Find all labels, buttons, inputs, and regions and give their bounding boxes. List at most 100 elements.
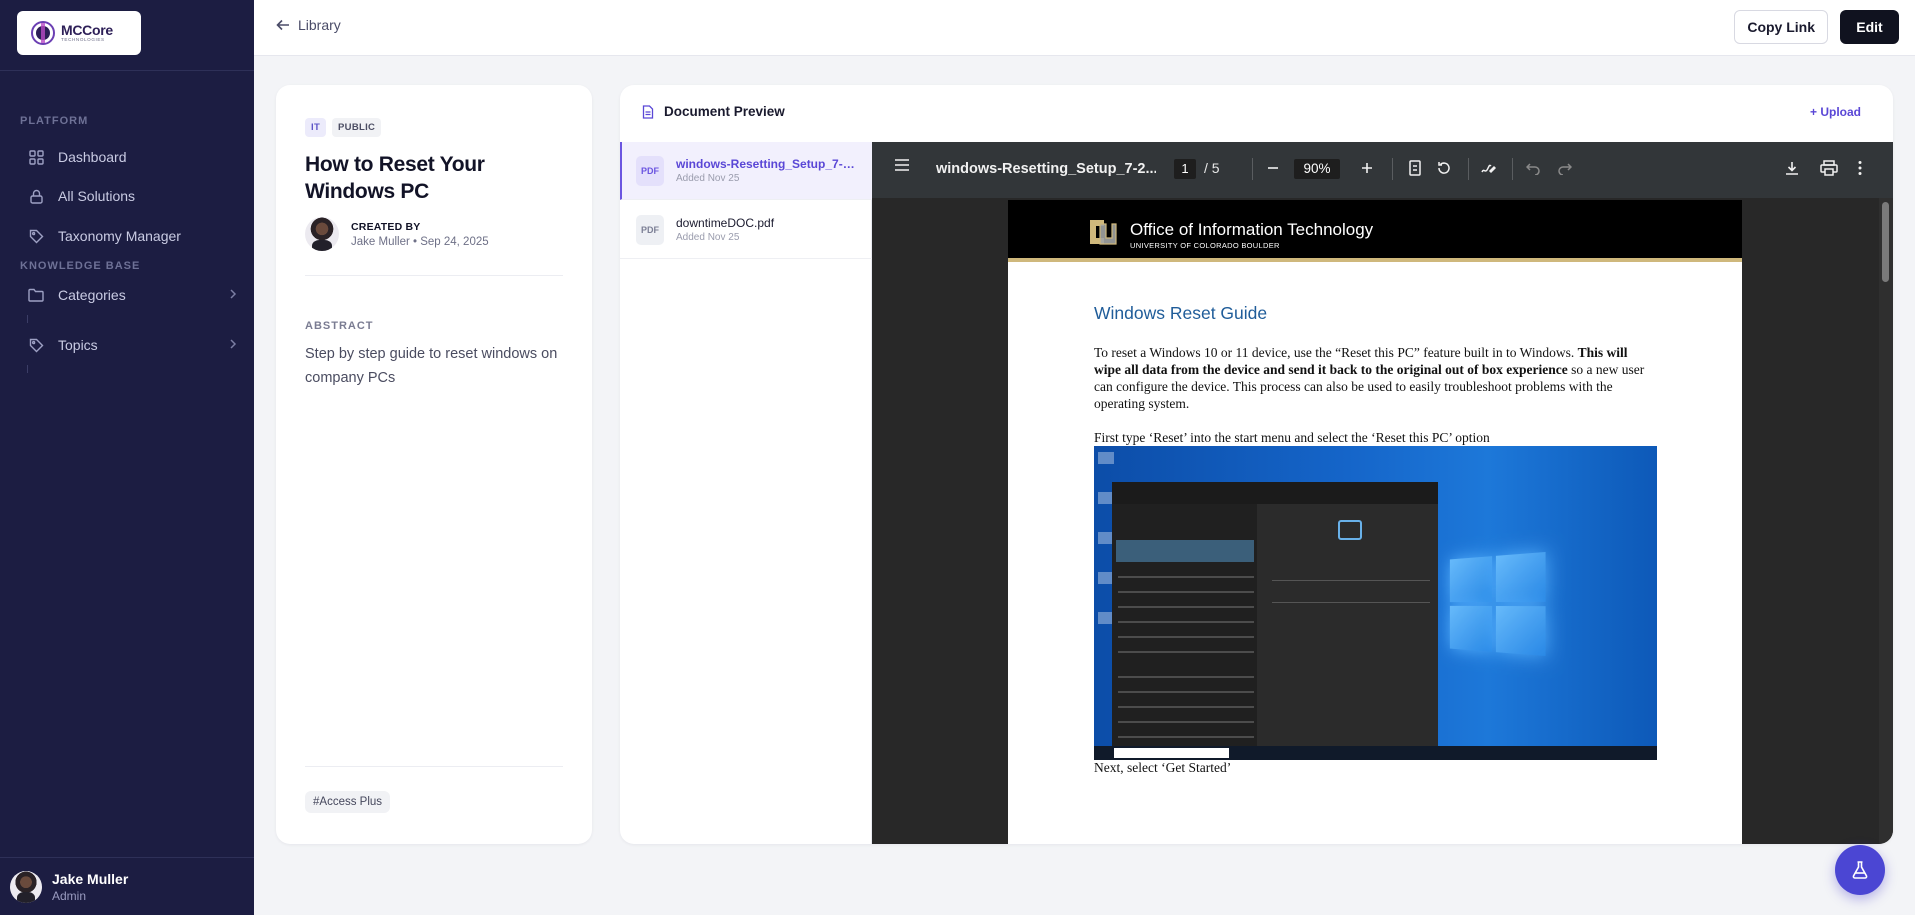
file-item-downtimedoc[interactable]: PDF downtimeDOC.pdf Added Nov 25 [620,201,872,259]
preview-heading: Document Preview [642,104,785,119]
pdf-viewer: windows-Resetting_Setup_7-2... 1 / 5 90% [872,142,1893,844]
pdf-heading: Windows Reset Guide [1094,303,1267,324]
grid-icon [28,149,44,165]
file-name: windows-Resetting_Setup_7-23.... [676,157,856,171]
fit-page-icon[interactable] [1408,160,1422,176]
divider [1272,602,1430,603]
sidebar-item-label: Topics [58,337,98,353]
pdf-page: Office of Information Technology UNIVERS… [1008,200,1742,844]
start-menu-screenshot-image [1094,446,1657,760]
document-preview-card: Document Preview + Upload PDF windows-Re… [620,85,1893,844]
viewer-filename: windows-Resetting_Setup_7-2... [936,161,1156,177]
back-to-library-link[interactable]: Library [276,17,341,33]
abstract-text: Step by step guide to reset windows on c… [305,342,567,390]
toolbar-divider [1512,158,1513,180]
preview-heading-text: Document Preview [664,104,785,119]
tree-connector [27,365,28,373]
menu-icon[interactable] [894,159,910,171]
chevron-right-icon[interactable] [228,337,238,354]
pdf-toolbar: windows-Resetting_Setup_7-2... 1 / 5 90% [872,142,1893,198]
more-options-icon[interactable] [1858,160,1862,176]
document-info-card: IT PUBLIC How to Reset Your Windows PC C… [276,85,592,844]
sidebar-item-categories[interactable]: Categories [28,282,238,308]
windows-logo-icon [1450,552,1546,656]
divider [1272,580,1430,581]
user-name: Jake Muller [52,871,128,887]
pdf-page-header: Office of Information Technology UNIVERS… [1008,200,1742,262]
toolbar-divider [1252,158,1253,180]
badge-group: IT PUBLIC [305,118,381,137]
company-logo[interactable]: MCCore TECHNOLOGIES [17,11,141,55]
result-row [1118,721,1254,723]
annotate-icon[interactable] [1480,160,1496,176]
taskbar-search-image [1114,748,1229,758]
undo-icon[interactable] [1526,161,1540,175]
user-profile[interactable]: Jake Muller Admin [0,857,254,915]
rotate-icon[interactable] [1436,160,1452,176]
sidebar-item-all-solutions[interactable]: All Solutions [28,183,238,209]
topbar: Library Copy Link Edit [254,0,1915,56]
folder-icon [28,287,44,303]
chevron-right-icon[interactable] [228,287,238,304]
result-row [1118,651,1254,653]
avatar [10,871,42,903]
edit-button[interactable]: Edit [1840,10,1899,44]
toolbar-divider [1392,158,1393,180]
zoom-in-icon[interactable] [1360,161,1374,175]
result-row [1118,636,1254,638]
pdf-paragraph: First type ‘Reset’ into the start menu a… [1094,429,1654,446]
start-menu-results [1112,504,1257,750]
sidebar-item-label: Categories [58,287,126,303]
file-item-windows-resetting[interactable]: PDF windows-Resetting_Setup_7-23.... Add… [620,142,872,200]
start-menu-image [1112,482,1438,750]
sidebar-item-label: Dashboard [58,149,127,165]
avatar [305,217,339,251]
print-icon[interactable] [1820,160,1838,176]
copy-link-button[interactable]: Copy Link [1734,10,1828,44]
redo-icon[interactable] [1558,161,1572,175]
pdf-file-icon: PDF [636,215,664,245]
result-row [1118,621,1254,623]
pdf-paragraph: Next, select ‘Get Started’ [1094,760,1231,776]
start-menu-tabs [1112,482,1438,504]
created-by-label: CREATED BY [351,221,489,233]
logo-subtext: TECHNOLOGIES [61,38,113,43]
zoom-level-input[interactable]: 90% [1294,159,1340,179]
divider [305,275,563,276]
result-row [1118,591,1254,593]
sidebar-item-topics[interactable]: Topics [28,332,238,358]
tree-connector [27,315,28,323]
logo-mark-icon [31,19,55,47]
tag-icon [28,337,44,353]
pdf-text: To reset a Windows 10 or 11 device, use … [1094,345,1574,360]
sidebar-item-taxonomy-manager[interactable]: Taxonomy Manager [28,223,238,249]
file-date: Added Nov 25 [676,232,856,243]
page-total: / 5 [1204,160,1220,176]
sidebar-item-label: Taxonomy Manager [58,228,181,244]
file-date: Added Nov 25 [676,173,856,184]
taskbar-image [1094,746,1657,760]
arrow-left-icon [276,19,290,31]
toolbar-divider [1468,158,1469,180]
start-menu-selected-result [1116,540,1254,562]
topic-tag[interactable]: #Access Plus [305,791,390,813]
section-platform: PLATFORM [20,115,88,127]
download-icon[interactable] [1784,160,1800,176]
sidebar-item-dashboard[interactable]: Dashboard [28,144,238,170]
section-knowledge-base: KNOWLEDGE BASE [20,260,140,272]
upload-button[interactable]: + Upload [1810,105,1861,119]
page-title: How to Reset Your Windows PC [305,151,565,205]
category-badge: IT [305,118,326,137]
pdf-paragraph: To reset a Windows 10 or 11 device, use … [1094,344,1654,412]
page-number-input[interactable]: 1 [1174,159,1196,179]
zoom-out-icon[interactable] [1266,161,1280,175]
file-name: downtimeDOC.pdf [676,216,856,230]
pdf-file-icon: PDF [636,156,664,186]
author-block: CREATED BY Jake Muller • Sep 24, 2025 [305,217,489,251]
university-logo-icon [1086,216,1118,248]
labs-fab-button[interactable] [1835,845,1885,895]
scrollbar-thumb[interactable] [1882,202,1889,282]
tag-icon [28,228,44,244]
viewer-scrollbar[interactable] [1879,198,1893,844]
abstract-label: ABSTRACT [305,320,374,332]
